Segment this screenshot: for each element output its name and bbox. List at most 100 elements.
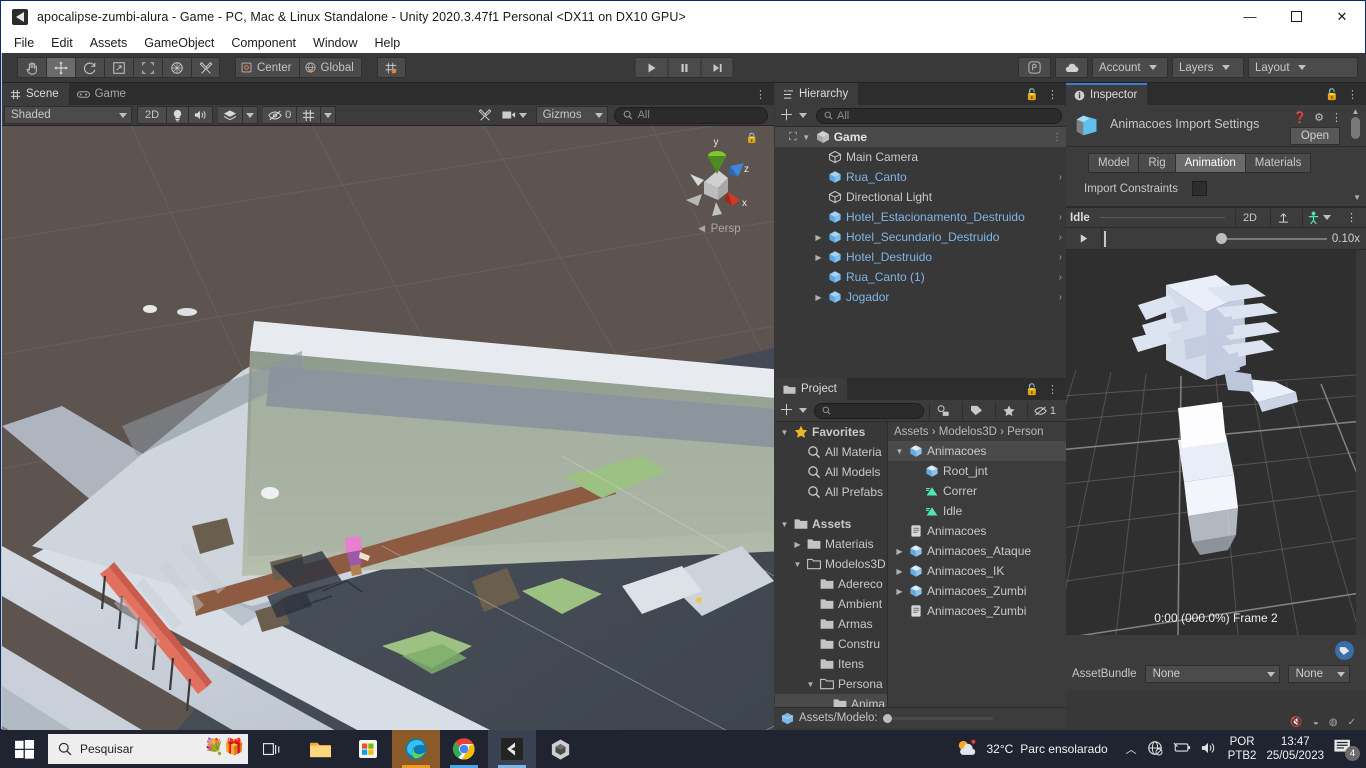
notifications-button[interactable]: 4 <box>1334 737 1360 761</box>
scene-fx-dropdown[interactable] <box>243 106 259 124</box>
tab-materials[interactable]: Materials <box>1244 153 1312 173</box>
favorites-button[interactable] <box>994 401 1022 420</box>
tab-animation[interactable]: Animation <box>1174 153 1245 173</box>
hierarchy-item[interactable]: ▶ Jogador › <box>775 287 1066 307</box>
tab-project[interactable]: Project <box>775 378 847 400</box>
rect-tool-button[interactable] <box>133 57 162 78</box>
project-content-item[interactable]: ▶Animacoes_Zumbi <box>888 601 1066 621</box>
filter-by-type-button[interactable] <box>928 401 957 420</box>
step-button[interactable] <box>700 57 734 78</box>
project-tree-item[interactable]: ▶ Materiais <box>775 534 887 554</box>
expand-arrow[interactable]: ▶ <box>894 567 905 576</box>
open-button[interactable]: Open <box>1289 127 1340 145</box>
pivot-mode-button[interactable]: Center <box>235 57 299 78</box>
maximize-button[interactable] <box>1273 1 1319 32</box>
account-dropdown[interactable]: Account <box>1092 57 1168 78</box>
preview-viewport[interactable]: 0:00 (000.0%) Frame 2 <box>1066 250 1366 635</box>
expand-arrow[interactable]: ▶ <box>813 253 824 262</box>
project-tree-item[interactable]: ▼ Favorites <box>775 422 887 442</box>
scene-viewport[interactable]: y z x ◄ Persp 🔒 <box>2 126 774 760</box>
project-tree-item[interactable]: ▶Constru <box>775 634 887 654</box>
preview-speed-slider[interactable]: 0.10x <box>1216 233 1366 245</box>
close-button[interactable]: ✕ <box>1319 1 1365 32</box>
project-tree-item[interactable]: ▶All Materia <box>775 442 887 462</box>
transform-tool-button[interactable] <box>162 57 191 78</box>
play-button[interactable] <box>634 57 668 78</box>
scene-search-input[interactable]: All <box>613 106 768 124</box>
scene-audio-button[interactable] <box>189 106 214 124</box>
menu-help[interactable]: Help <box>374 36 400 50</box>
project-content-item[interactable]: ▼ Animacoes <box>888 441 1066 461</box>
hierarchy-item[interactable]: ▶Rua_Canto› <box>775 167 1066 187</box>
open-prefab-chevron-icon[interactable]: › <box>1059 292 1062 303</box>
project-tree-item[interactable] <box>775 502 887 514</box>
assetbundle-dropdown[interactable]: None <box>1144 665 1280 683</box>
expand-arrow[interactable]: ▼ <box>894 447 905 456</box>
microsoft-store-button[interactable] <box>344 730 392 768</box>
preview-scrollbar[interactable] <box>1356 250 1366 635</box>
import-constraints-checkbox[interactable] <box>1191 181 1207 196</box>
layers-status-icon[interactable]: ◒ <box>1313 717 1319 728</box>
filter-by-label-button[interactable] <box>961 401 990 420</box>
add-gameobject-button[interactable]: ＋ <box>779 108 794 123</box>
preview-playhead[interactable] <box>1104 230 1106 247</box>
preset-icon[interactable]: ⚙ <box>1314 111 1324 124</box>
open-prefab-chevron-icon[interactable]: › <box>1059 212 1062 223</box>
clock[interactable]: 13:47 25/05/2023 <box>1266 735 1324 763</box>
chrome-button[interactable] <box>440 730 488 768</box>
lock-icon[interactable]: 🔓 <box>1025 383 1039 396</box>
scene-fx-button[interactable] <box>218 106 244 124</box>
inspector-context-menu-icon[interactable]: ⋮ <box>1331 111 1342 124</box>
toggle-2d-button[interactable]: 2D <box>137 106 168 124</box>
grid-snap-icon[interactable] <box>376 57 406 78</box>
menu-component[interactable]: Component <box>231 36 296 50</box>
open-prefab-chevron-icon[interactable]: › <box>1059 172 1062 183</box>
gizmo-lock-icon[interactable]: 🔒 <box>746 133 758 144</box>
scene-menu-icon[interactable]: ⋮ <box>755 88 766 101</box>
hand-tool-button[interactable] <box>17 57 46 78</box>
help-icon[interactable]: ❓ <box>1293 111 1307 124</box>
hierarchy-item[interactable]: ▶Directional Light <box>775 187 1066 207</box>
open-prefab-chevron-icon[interactable]: › <box>1059 272 1062 283</box>
project-tree-item[interactable]: ▶All Prefabs <box>775 482 887 502</box>
expand-arrow[interactable]: ▶ <box>813 293 824 302</box>
inspector-scroll-down-icon[interactable]: ▼ <box>1353 193 1361 202</box>
task-view-button[interactable] <box>248 730 296 768</box>
scene-lighting-button[interactable] <box>167 106 190 124</box>
volume-icon[interactable] <box>1201 741 1218 758</box>
project-tree-item[interactable]: ▼ Assets <box>775 514 887 534</box>
minimize-button[interactable]: — <box>1227 1 1273 32</box>
tab-model[interactable]: Model <box>1088 153 1139 173</box>
preview-2d-button[interactable]: 2D <box>1234 208 1264 227</box>
expand-arrow[interactable]: ▼ <box>805 680 816 689</box>
mute-audio-icon[interactable]: 🔇 <box>1290 717 1302 728</box>
open-prefab-chevron-icon[interactable]: › <box>1059 232 1062 243</box>
project-content-item[interactable]: ▶Idle <box>888 501 1066 521</box>
hierarchy-item[interactable]: ▶Hotel_Estacionamento_Destruido› <box>775 207 1066 227</box>
tab-hierarchy[interactable]: Hierarchy <box>775 83 859 105</box>
cloud-icon[interactable] <box>1055 57 1088 78</box>
gizmos-dropdown[interactable]: Gizmos <box>535 106 608 124</box>
handle-rotation-button[interactable]: Global <box>298 57 362 78</box>
ready-status-icon[interactable]: ✓ <box>1348 717 1356 728</box>
preview-avatar-button[interactable] <box>1302 208 1335 227</box>
visibility-status-icon[interactable]: ◍ <box>1329 717 1338 728</box>
menu-file[interactable]: File <box>14 36 34 50</box>
shading-mode-dropdown[interactable]: Shaded <box>4 106 132 124</box>
battery-icon[interactable] <box>1173 741 1191 757</box>
hierarchy-root-menu-icon[interactable]: ⋮ <box>1052 132 1062 143</box>
expand-arrow[interactable]: ▶ <box>894 547 905 556</box>
hierarchy-item[interactable]: ▶ Hotel_Destruido › <box>775 247 1066 267</box>
hierarchy-menu-icon[interactable]: ⋮ <box>1047 88 1058 101</box>
scene-component-tools-button[interactable] <box>473 106 497 124</box>
project-tree-item[interactable]: ▼ Persona <box>775 674 887 694</box>
unity-hub-button[interactable] <box>488 730 536 768</box>
hierarchy-item[interactable]: ▶ Hotel_Secundario_Destruido › <box>775 227 1066 247</box>
chevron-down-icon[interactable] <box>799 408 808 413</box>
project-menu-icon[interactable]: ⋮ <box>1047 383 1058 396</box>
scene-grid-button[interactable] <box>297 106 322 124</box>
project-content-item[interactable]: ▶ Animacoes_IK <box>888 561 1066 581</box>
pause-button[interactable] <box>667 57 701 78</box>
collab-icon[interactable] <box>1018 57 1051 78</box>
scene-camera-button[interactable] <box>497 106 532 124</box>
